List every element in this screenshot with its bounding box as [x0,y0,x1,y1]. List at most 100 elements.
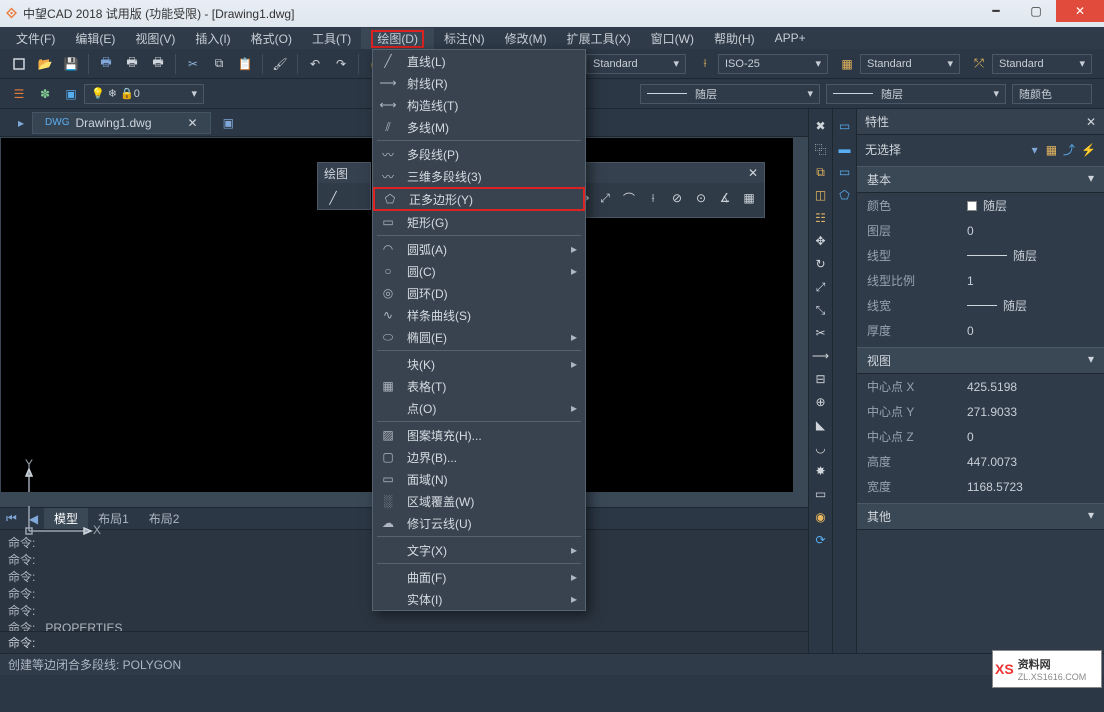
redo-icon[interactable]: ↷ [332,55,350,73]
command-input[interactable]: 命令: [0,631,808,653]
pedit-icon[interactable]: ▭ [811,484,831,504]
maximize-button[interactable]: ▢ [1016,0,1056,22]
layout-tab-2[interactable]: 布局2 [139,508,190,529]
prop-row[interactable]: 厚度0 [857,318,1104,343]
erase-icon[interactable]: ✖ [811,116,831,136]
menu-4[interactable]: 格式(O) [241,28,302,49]
hatch-edit-icon[interactable]: ◉ [811,507,831,527]
menu-11[interactable]: 帮助(H) [704,28,765,49]
plot-icon[interactable]: 🖶 [149,55,167,73]
menu-item-hatch[interactable]: ▨图案填充(H)... [373,424,585,446]
menu-item-revcloud[interactable]: ☁修订云线(U) [373,512,585,534]
prop-section-header[interactable]: 基本▾ [857,166,1104,193]
lineweight-dropdown[interactable]: 随层▾ [826,84,1006,104]
menu-5[interactable]: 工具(T) [302,28,361,49]
select-objects-icon[interactable]: ⤴ [1063,141,1075,158]
layer-walk-icon[interactable]: ▣ [62,85,80,103]
dim-style-dropdown[interactable]: ISO-25▾ [718,54,828,74]
dim-angular-icon[interactable]: ∡ [714,187,736,209]
layer-props-icon[interactable]: ☰ [10,85,28,103]
dim-aligned-icon[interactable]: ⤢ [594,187,616,209]
menu-item-polygon[interactable]: ⬠正多边形(Y) [373,187,585,211]
linetype-dropdown[interactable]: 随层▾ [640,84,820,104]
mleader-style-icon[interactable]: ⤱ [970,55,988,73]
tab-nav-prev-icon[interactable]: ◀ [23,512,44,526]
menu-item-ellipse[interactable]: ⬭椭圆(E)▸ [373,326,585,348]
menu-item-rect[interactable]: ▭矩形(G) [373,211,585,233]
prop-row[interactable]: 中心点 X425.5198 [857,374,1104,399]
line-icon[interactable]: ╱ [322,187,344,209]
join-icon[interactable]: ⊕ [811,392,831,412]
prop-row[interactable]: 图层0 [857,218,1104,243]
new-icon[interactable] [10,55,28,73]
paste-icon[interactable]: 📋 [236,55,254,73]
properties-close-icon[interactable]: ✕ [1086,115,1096,129]
layout-tab-0[interactable]: 模型 [44,508,88,529]
offset-icon[interactable]: ◫ [811,185,831,205]
extend-icon[interactable]: ⟶ [811,346,831,366]
quick-select-icon[interactable]: ▦ [1046,143,1057,157]
tab-nav-first-icon[interactable]: ⏮ [0,511,23,526]
menu-item-solid[interactable]: 实体(I)▸ [373,588,585,610]
menu-2[interactable]: 视图(V) [125,28,185,49]
save-icon[interactable]: 💾 [62,55,80,73]
layer-iso-icon[interactable]: ✽ [36,85,54,103]
prop-row[interactable]: 线型随层 [857,243,1104,268]
prop-row[interactable]: 中心点 Y271.9033 [857,399,1104,424]
extra-icon[interactable]: ⟳ [811,530,831,550]
xline-tool-icon[interactable]: ▬ [835,139,855,159]
menu-item-line[interactable]: ╱直线(L) [373,50,585,72]
dim-diameter-icon[interactable]: ⊙ [690,187,712,209]
copy-obj-icon[interactable]: ⿻ [811,139,831,159]
plotcolor-dropdown[interactable]: 随颜色 [1012,84,1092,104]
menu-item-pline3d[interactable]: 〰三维多段线(3) [373,165,585,187]
menu-item-point[interactable]: 点(O)▸ [373,397,585,419]
canvas-scroll-v[interactable] [793,138,807,506]
menu-item-wipeout[interactable]: ░区域覆盖(W) [373,490,585,512]
polygon-tool-icon[interactable]: ⬠ [835,185,855,205]
chamfer-icon[interactable]: ◣ [811,415,831,435]
explode-icon[interactable]: ✸ [811,461,831,481]
layer-dropdown[interactable]: 💡 ❄ 🔒 0▾ [84,84,204,104]
move-icon[interactable]: ✥ [811,231,831,251]
trim-icon[interactable]: ✂ [811,323,831,343]
menu-item-circle[interactable]: ○圆(C)▸ [373,260,585,282]
menu-item-spline[interactable]: ∿样条曲线(S) [373,304,585,326]
menu-item-xline[interactable]: ⟷构造线(T) [373,94,585,116]
table-style-icon[interactable]: ▦ [838,55,856,73]
draw-float-panel[interactable]: 绘图 ╱ [317,162,371,210]
menu-item-arc[interactable]: ◠圆弧(A)▸ [373,238,585,260]
menu-item-surf[interactable]: 曲面(F)▸ [373,566,585,588]
menu-0[interactable]: 文件(F) [6,28,65,49]
pline-tool-icon[interactable]: ▭ [835,162,855,182]
rotate-icon[interactable]: ↻ [811,254,831,274]
menu-8[interactable]: 修改(M) [495,28,557,49]
prop-row[interactable]: 颜色随层 [857,193,1104,218]
dim-ordinate-icon[interactable]: ⟊ [642,187,664,209]
break-icon[interactable]: ⊟ [811,369,831,389]
close-button[interactable]: ✕ [1056,0,1104,22]
scale-icon[interactable]: ⤢ [811,277,831,297]
menu-item-pline[interactable]: 〰多段线(P) [373,143,585,165]
dim-float-panel[interactable]: ✕ ⟷ ⤢ ⌒ ⟊ ⊘ ⊙ ∡ ▦ ⊞ [565,162,765,218]
prop-row[interactable]: 宽度1168.5723 [857,474,1104,499]
open-icon[interactable]: 📂 [36,55,54,73]
prop-row[interactable]: 高度447.0073 [857,449,1104,474]
menu-item-text[interactable]: 文字(X)▸ [373,539,585,561]
menu-10[interactable]: 窗口(W) [641,28,704,49]
menu-item-mline[interactable]: ⫽多线(M) [373,116,585,138]
mleader-style-dropdown[interactable]: Standard▾ [992,54,1092,74]
tab-expand-icon[interactable]: ▸ [18,116,24,130]
toggle-pickadd-icon[interactable]: ⚡ [1081,143,1096,157]
prop-row[interactable]: 线型比例1 [857,268,1104,293]
new-tab-icon[interactable]: ▣ [223,116,234,130]
tab-close-icon[interactable]: ✕ [188,116,198,130]
menu-3[interactable]: 插入(I) [185,28,240,49]
prop-row[interactable]: 中心点 Z0 [857,424,1104,449]
prop-section-header[interactable]: 视图▾ [857,347,1104,374]
cut-icon[interactable]: ✂ [184,55,202,73]
float-close-icon[interactable]: ✕ [748,166,758,180]
menu-item-table[interactable]: ▦表格(T) [373,375,585,397]
selection-row[interactable]: 无选择 ▾ ▦ ⤴ ⚡ [857,135,1104,164]
mirror-icon[interactable]: ⧉ [811,162,831,182]
